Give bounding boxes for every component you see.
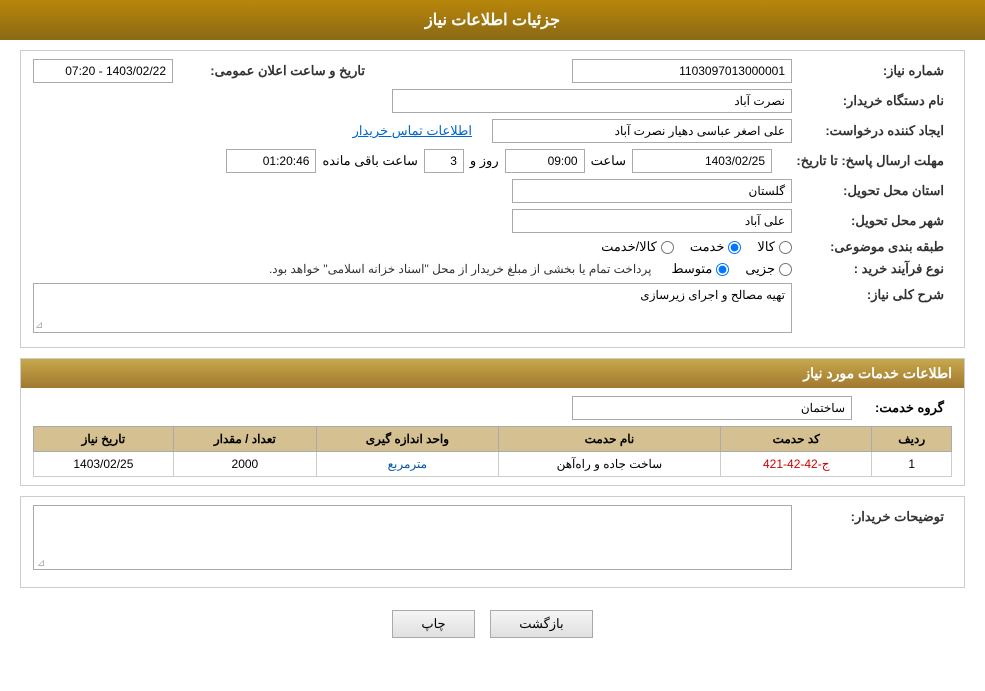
announcement-input[interactable] — [33, 59, 173, 83]
response-remaining-input[interactable] — [226, 149, 316, 173]
cell-date: 1403/02/25 — [34, 452, 174, 477]
city-input[interactable] — [512, 209, 792, 233]
need-number-input[interactable] — [572, 59, 792, 83]
province-label: استان محل تحویل: — [792, 183, 952, 199]
page-container: جزئیات اطلاعات نیاز شماره نیاز: تاریخ و … — [0, 0, 985, 691]
service-table-section: ردیف کد حدمت نام حدمت واحد اندازه گیری ت… — [33, 426, 952, 477]
response-days-input[interactable] — [424, 149, 464, 173]
category-row: طبقه بندی موضوعی: کالا خدمت کالا/خدمت — [33, 239, 952, 255]
purchase-notice: پرداخت تمام یا بخشی از مبلغ خریدار از مح… — [269, 262, 652, 276]
service-group-row: گروه خدمت: — [33, 396, 952, 420]
response-days-label: روز و — [470, 153, 499, 169]
province-row: استان محل تحویل: — [33, 179, 952, 203]
buyer-resize-handle: ⊿ — [37, 558, 45, 569]
category-radio-kala-khedmat[interactable] — [661, 241, 674, 254]
creator-label: ایجاد کننده درخواست: — [792, 123, 952, 139]
announcement-label: تاریخ و ساعت اعلان عمومی: — [173, 63, 373, 79]
button-row: بازگشت چاپ — [20, 598, 965, 650]
category-radio-kala[interactable] — [779, 241, 792, 254]
purchase-label-motevaset: متوسط — [671, 261, 712, 277]
category-label-kala-khedmat: کالا/خدمت — [601, 239, 657, 255]
col-service-name: نام حدمت — [498, 427, 720, 452]
category-label: طبقه بندی موضوعی: — [792, 239, 952, 255]
category-option-kala: کالا — [757, 239, 792, 255]
response-date-input[interactable] — [632, 149, 772, 173]
category-radio-khedmat[interactable] — [728, 241, 741, 254]
print-button[interactable]: چاپ — [392, 610, 474, 638]
contact-link[interactable]: اطلاعات تماس خریدار — [353, 123, 472, 139]
back-button[interactable]: بازگشت — [490, 610, 592, 638]
buyer-name-row: نام دستگاه خریدار: — [33, 89, 952, 113]
purchase-radio-jozee[interactable] — [779, 263, 792, 276]
response-deadline-label: مهلت ارسال پاسخ: تا تاریخ: — [772, 153, 952, 169]
service-table-body: 1 ج-42-42-421 ساخت جاده و راه‌آهن مترمرب… — [34, 452, 952, 477]
cell-service-name: ساخت جاده و راه‌آهن — [498, 452, 720, 477]
cell-service-code: ج-42-42-421 — [721, 452, 872, 477]
service-info-section: اطلاعات خدمات مورد نیاز گروه خدمت: ردیف … — [20, 358, 965, 486]
purchase-option-jozee: جزیی — [745, 261, 792, 277]
purchase-radio-group: جزیی متوسط — [671, 261, 792, 277]
creator-input[interactable] — [492, 119, 792, 143]
response-remaining-label: ساعت باقی مانده — [322, 153, 417, 169]
purchase-radio-motevaset[interactable] — [716, 263, 729, 276]
category-label-kala: کالا — [757, 239, 775, 255]
description-value: تهیه مصالح و اجرای زیرسازی — [33, 283, 792, 333]
page-header: جزئیات اطلاعات نیاز — [0, 0, 985, 40]
table-row: 1 ج-42-42-421 ساخت جاده و راه‌آهن مترمرب… — [34, 452, 952, 477]
table-header-row: ردیف کد حدمت نام حدمت واحد اندازه گیری ت… — [34, 427, 952, 452]
main-content: شماره نیاز: تاریخ و ساعت اعلان عمومی: نا… — [0, 40, 985, 660]
service-info-body: گروه خدمت: ردیف کد حدمت نام حدمت واحد ان… — [21, 388, 964, 485]
city-label: شهر محل تحویل: — [792, 213, 952, 229]
page-title: جزئیات اطلاعات نیاز — [425, 12, 560, 29]
response-time-label: ساعت — [591, 153, 626, 169]
buyer-description-section: توضیحات خریدار: ⊿ — [20, 496, 965, 588]
buyer-description-container: ⊿ — [33, 505, 792, 573]
need-number-label: شماره نیاز: — [792, 63, 952, 79]
need-number-row: شماره نیاز: تاریخ و ساعت اعلان عمومی: — [33, 59, 952, 83]
col-unit: واحد اندازه گیری — [317, 427, 499, 452]
resize-handle: ⊿ — [35, 320, 43, 331]
cell-unit: مترمربع — [317, 452, 499, 477]
purchase-label-jozee: جزیی — [745, 261, 775, 277]
cell-row-number: 1 — [872, 452, 952, 477]
city-row: شهر محل تحویل: — [33, 209, 952, 233]
province-input[interactable] — [512, 179, 792, 203]
purchase-type-row: نوع فرآیند خرید : جزیی متوسط پرداخت تمام… — [33, 261, 952, 277]
response-deadline-row: مهلت ارسال پاسخ: تا تاریخ: ساعت روز و سا… — [33, 149, 952, 173]
purchase-option-motevaset: متوسط — [671, 261, 729, 277]
buyer-description-row: توضیحات خریدار: ⊿ — [33, 505, 952, 573]
col-service-code: کد حدمت — [721, 427, 872, 452]
buyer-description-body: توضیحات خریدار: ⊿ — [21, 497, 964, 587]
response-time-input[interactable] — [505, 149, 585, 173]
buyer-description-label: توضیحات خریدار: — [792, 505, 952, 525]
purchase-type-label: نوع فرآیند خرید : — [792, 261, 952, 277]
buyer-description-textarea[interactable] — [33, 505, 792, 570]
service-table: ردیف کد حدمت نام حدمت واحد اندازه گیری ت… — [33, 426, 952, 477]
description-label: شرح کلی نیاز: — [792, 283, 952, 303]
cell-quantity: 2000 — [173, 452, 316, 477]
col-quantity: تعداد / مقدار — [173, 427, 316, 452]
col-row-number: ردیف — [872, 427, 952, 452]
col-date: تاریخ نیاز — [34, 427, 174, 452]
creator-row: ایجاد کننده درخواست: اطلاعات تماس خریدار — [33, 119, 952, 143]
category-option-kala-khedmat: کالا/خدمت — [601, 239, 674, 255]
service-group-label: گروه خدمت: — [852, 400, 952, 416]
service-info-header: اطلاعات خدمات مورد نیاز — [21, 359, 964, 388]
main-info-section: شماره نیاز: تاریخ و ساعت اعلان عمومی: نا… — [20, 50, 965, 348]
category-label-khedmat: خدمت — [690, 239, 725, 255]
main-info-body: شماره نیاز: تاریخ و ساعت اعلان عمومی: نا… — [21, 51, 964, 347]
description-row: شرح کلی نیاز: تهیه مصالح و اجرای زیرسازی… — [33, 283, 952, 333]
buyer-name-input[interactable] — [392, 89, 792, 113]
category-option-khedmat: خدمت — [690, 239, 742, 255]
category-radio-group: کالا خدمت کالا/خدمت — [601, 239, 792, 255]
description-container: تهیه مصالح و اجرای زیرسازی ⊿ — [33, 283, 792, 333]
service-group-input[interactable] — [572, 396, 852, 420]
buyer-name-label: نام دستگاه خریدار: — [792, 93, 952, 109]
